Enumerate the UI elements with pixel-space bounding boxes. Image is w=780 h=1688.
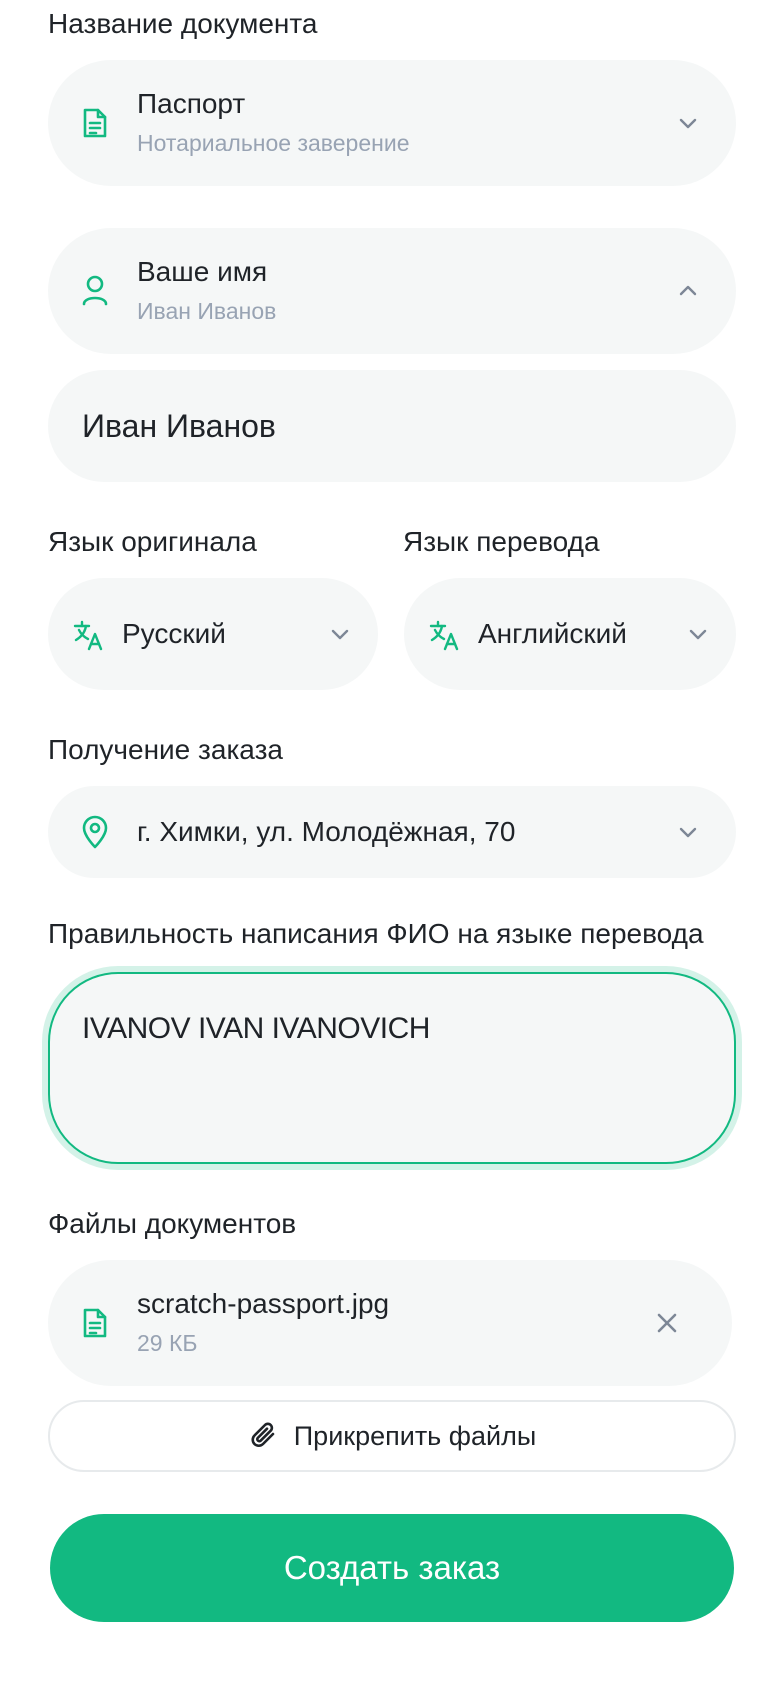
document-icon [80,1305,110,1341]
name-title: Ваше имя [137,256,268,287]
create-order-button[interactable]: Создать заказ [50,1514,734,1622]
close-icon[interactable] [652,1308,682,1338]
file-name: scratch-passport.jpg [137,1288,390,1319]
target-language-label: Язык перевода [403,526,600,557]
target-language-value: Английский [478,618,627,649]
spelling-label: Правильность написания ФИО на языке пере… [48,918,704,949]
pickup-label: Получение заказа [48,734,283,765]
target-language-select[interactable]: Английский [404,578,736,690]
spelling-value: IVANOV IVAN IVANOVICH [82,1012,430,1045]
source-language-value: Русский [122,618,226,649]
chevron-down-icon [684,620,712,648]
chevron-down-icon [674,109,702,137]
attach-files-button[interactable]: Прикрепить файлы [48,1400,736,1472]
user-icon [80,273,110,307]
location-pin-icon [80,814,110,850]
file-item: scratch-passport.jpg 29 КБ [48,1260,732,1386]
translate-icon [428,618,462,652]
attach-files-label: Прикрепить файлы [293,1420,537,1451]
document-subtitle: Нотариальное заверение [137,130,410,156]
chevron-down-icon [326,620,354,648]
document-select[interactable]: Паспорт Нотариальное заверение [48,60,736,186]
name-subtitle: Иван Иванов [137,298,277,324]
pickup-value: г. Химки, ул. Молодёжная, 70 [137,816,516,847]
chevron-up-icon [674,277,702,305]
translate-icon [72,618,106,652]
source-language-select[interactable]: Русский [48,578,378,690]
name-accordion[interactable]: Ваше имя Иван Иванов [48,228,736,354]
source-language-label: Язык оригинала [48,526,257,557]
document-icon [80,105,110,141]
document-label: Название документа [48,8,318,39]
document-title: Паспорт [137,88,246,119]
spelling-textarea[interactable]: IVANOV IVAN IVANOVICH [48,972,736,1164]
files-label: Файлы документов [48,1208,297,1239]
paperclip-icon [248,1420,280,1452]
pickup-select[interactable]: г. Химки, ул. Молодёжная, 70 [48,786,736,878]
file-size: 29 КБ [137,1330,198,1356]
create-order-label: Создать заказ [283,1549,501,1586]
chevron-down-icon [674,818,702,846]
name-input[interactable]: Иван Иванов [48,370,736,482]
name-input-value: Иван Иванов [82,408,276,444]
